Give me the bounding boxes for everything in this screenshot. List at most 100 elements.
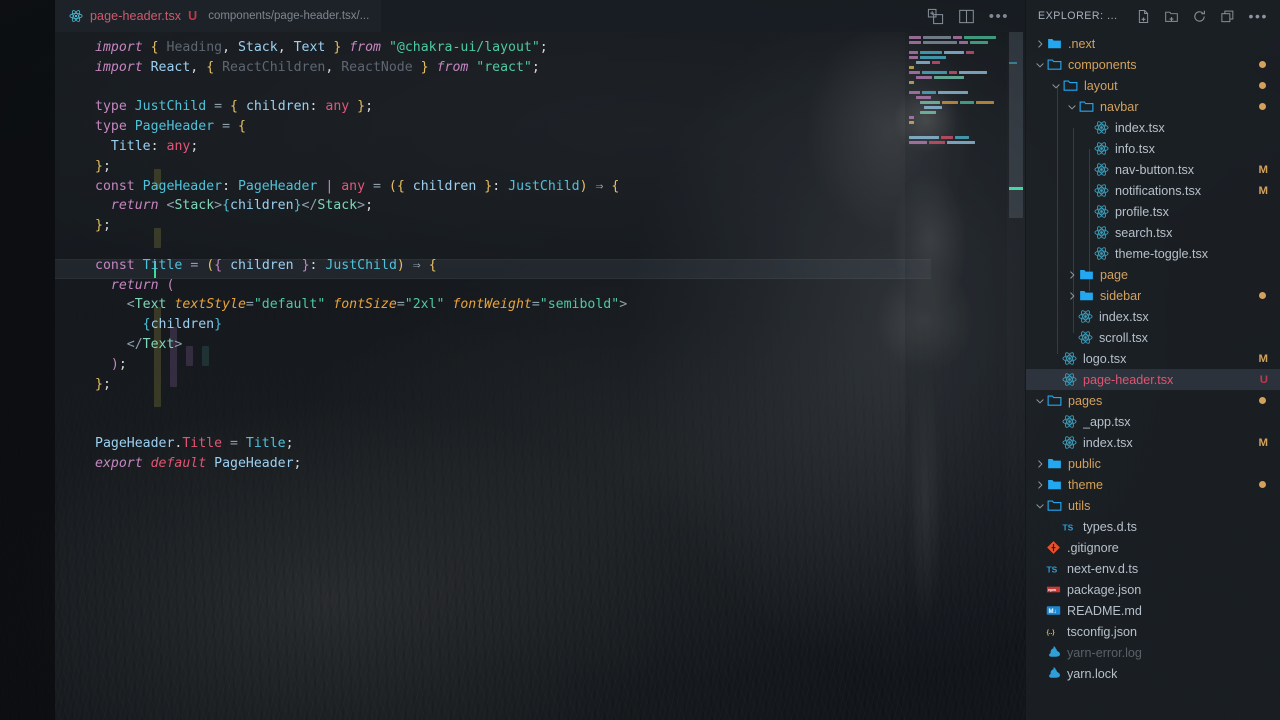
markdown-icon: M↓ (1046, 603, 1061, 618)
tree-file-row[interactable]: page-header.tsx U (1026, 369, 1280, 390)
tree-folder-row[interactable]: navbar (1026, 96, 1280, 117)
tree-file-row[interactable]: TS types.d.ts (1026, 516, 1280, 537)
tree-file-row[interactable]: info.tsx (1026, 138, 1280, 159)
chevron-right-icon[interactable] (1066, 269, 1078, 281)
chevron-down-icon[interactable] (1066, 101, 1078, 113)
tree-item-label: _app.tsx (1083, 414, 1131, 429)
tree-folder-row[interactable]: layout (1026, 75, 1280, 96)
tree-item-label: utils (1068, 498, 1091, 513)
npm-icon: npm (1046, 582, 1061, 597)
tree-item-label: page (1100, 267, 1129, 282)
tree-item-label: notifications.tsx (1115, 183, 1202, 198)
react-icon (1094, 246, 1109, 261)
react-icon (1094, 204, 1109, 219)
tree-folder-row[interactable]: pages (1026, 390, 1280, 411)
svg-text:TS: TS (1046, 564, 1057, 574)
chevron-right-icon[interactable] (1034, 38, 1046, 50)
tree-file-row[interactable]: index.tsx (1026, 306, 1280, 327)
yarn-icon (1046, 666, 1061, 681)
tree-file-row[interactable]: .gitignore (1026, 537, 1280, 558)
tree-folder-row[interactable]: utils (1026, 495, 1280, 516)
chevron-down-icon[interactable] (1034, 500, 1046, 512)
react-icon (1094, 183, 1109, 198)
git-status-badge: M (1258, 352, 1269, 365)
split-editor-icon[interactable] (958, 8, 975, 25)
tree-folder-row[interactable]: sidebar (1026, 285, 1280, 306)
tree-file-row[interactable]: index.tsx M (1026, 432, 1280, 453)
tab-git-badge: U (188, 8, 198, 23)
folder-open-icon (1047, 393, 1062, 408)
tree-item-label: README.md (1067, 603, 1142, 618)
refresh-icon[interactable] (1192, 9, 1207, 24)
minimap[interactable] (905, 32, 1007, 720)
svg-text:{..}: {..} (1047, 629, 1056, 636)
tree-file-row[interactable]: theme-toggle.tsx (1026, 243, 1280, 264)
tree-folder-row[interactable]: theme (1026, 474, 1280, 495)
tree-folder-row[interactable]: page (1026, 264, 1280, 285)
tree-file-row[interactable]: M↓ README.md (1026, 600, 1280, 621)
editor-group: page-header.tsx U components/page-header… (55, 0, 1025, 720)
new-folder-icon[interactable] (1164, 9, 1179, 24)
tree-item-label: yarn.lock (1067, 666, 1118, 681)
new-file-icon[interactable] (1136, 9, 1151, 24)
tree-file-row[interactable]: scroll.tsx (1026, 327, 1280, 348)
more-actions-icon[interactable]: ••• (989, 9, 1009, 24)
tree-file-row[interactable]: TS next-env.d.ts (1026, 558, 1280, 579)
tree-file-row[interactable]: {..} tsconfig.json (1026, 621, 1280, 642)
folder-change-indicator (1259, 481, 1266, 488)
tree-item-label: package.json (1067, 582, 1142, 597)
tree-folder-row[interactable]: components (1026, 54, 1280, 75)
chevron-down-icon[interactable] (1050, 80, 1062, 92)
file-tree[interactable]: .next components layout navbar index.tsx info… (1026, 32, 1280, 684)
react-icon (1094, 141, 1109, 156)
git-status-badge: M (1258, 436, 1269, 449)
tree-folder-row[interactable]: public (1026, 453, 1280, 474)
views-and-more-actions-icon[interactable]: ••• (1248, 9, 1268, 23)
chevron-right-icon[interactable] (1034, 479, 1046, 491)
scrollbar-marker-cursor (1009, 187, 1023, 190)
chevron-down-icon[interactable] (1034, 59, 1046, 71)
react-icon (1062, 351, 1077, 366)
tree-file-row[interactable]: index.tsx (1026, 117, 1280, 138)
tree-file-row[interactable]: _app.tsx (1026, 411, 1280, 432)
react-icon (1078, 309, 1093, 324)
react-icon (1062, 414, 1077, 429)
chevron-down-icon[interactable] (1034, 395, 1046, 407)
tree-item-label: info.tsx (1115, 141, 1155, 156)
tree-item-label: index.tsx (1099, 309, 1149, 324)
open-changes-icon[interactable] (927, 8, 944, 25)
editor-tab-page-header[interactable]: page-header.tsx U components/page-header… (55, 0, 382, 32)
editor-vertical-scrollbar[interactable] (1007, 32, 1025, 720)
code-canvas[interactable]: import { Heading, Stack, Text } from "@c… (55, 32, 1025, 720)
tree-item-label: nav-button.tsx (1115, 162, 1195, 177)
collapse-all-icon[interactable] (1220, 9, 1235, 24)
tree-file-row[interactable]: nav-button.tsx M (1026, 159, 1280, 180)
yarn-icon (1046, 645, 1061, 660)
tree-file-row[interactable]: yarn.lock (1026, 663, 1280, 684)
folder-icon (1047, 36, 1062, 51)
folder-change-indicator (1259, 82, 1266, 89)
react-icon (1094, 225, 1109, 240)
tree-file-row[interactable]: notifications.tsx M (1026, 180, 1280, 201)
tree-file-row[interactable]: yarn-error.log (1026, 642, 1280, 663)
tree-file-row[interactable]: logo.tsx M (1026, 348, 1280, 369)
scrollbar-thumb[interactable] (1009, 32, 1023, 218)
tree-file-row[interactable]: npm package.json (1026, 579, 1280, 600)
explorer-header: EXPLORER: ... ••• (1026, 0, 1280, 32)
tree-item-label: navbar (1100, 99, 1139, 114)
explorer-panel: EXPLORER: ... ••• .next components layou… (1025, 0, 1280, 720)
react-icon (1062, 435, 1077, 450)
tree-folder-row[interactable]: .next (1026, 33, 1280, 54)
svg-text:M↓: M↓ (1048, 608, 1056, 615)
chevron-right-icon[interactable] (1066, 290, 1078, 302)
tree-item-label: index.tsx (1115, 120, 1165, 135)
folder-icon (1047, 456, 1062, 471)
git-status-badge: M (1258, 163, 1269, 176)
chevron-right-icon[interactable] (1034, 458, 1046, 470)
tree-file-row[interactable]: search.tsx (1026, 222, 1280, 243)
explorer-title: EXPLORER: ... (1038, 10, 1118, 22)
typescript-icon: TS (1062, 519, 1077, 534)
tree-file-row[interactable]: profile.tsx (1026, 201, 1280, 222)
scrollbar-marker-selection (1009, 62, 1017, 64)
tab-filename: page-header.tsx (90, 8, 182, 23)
